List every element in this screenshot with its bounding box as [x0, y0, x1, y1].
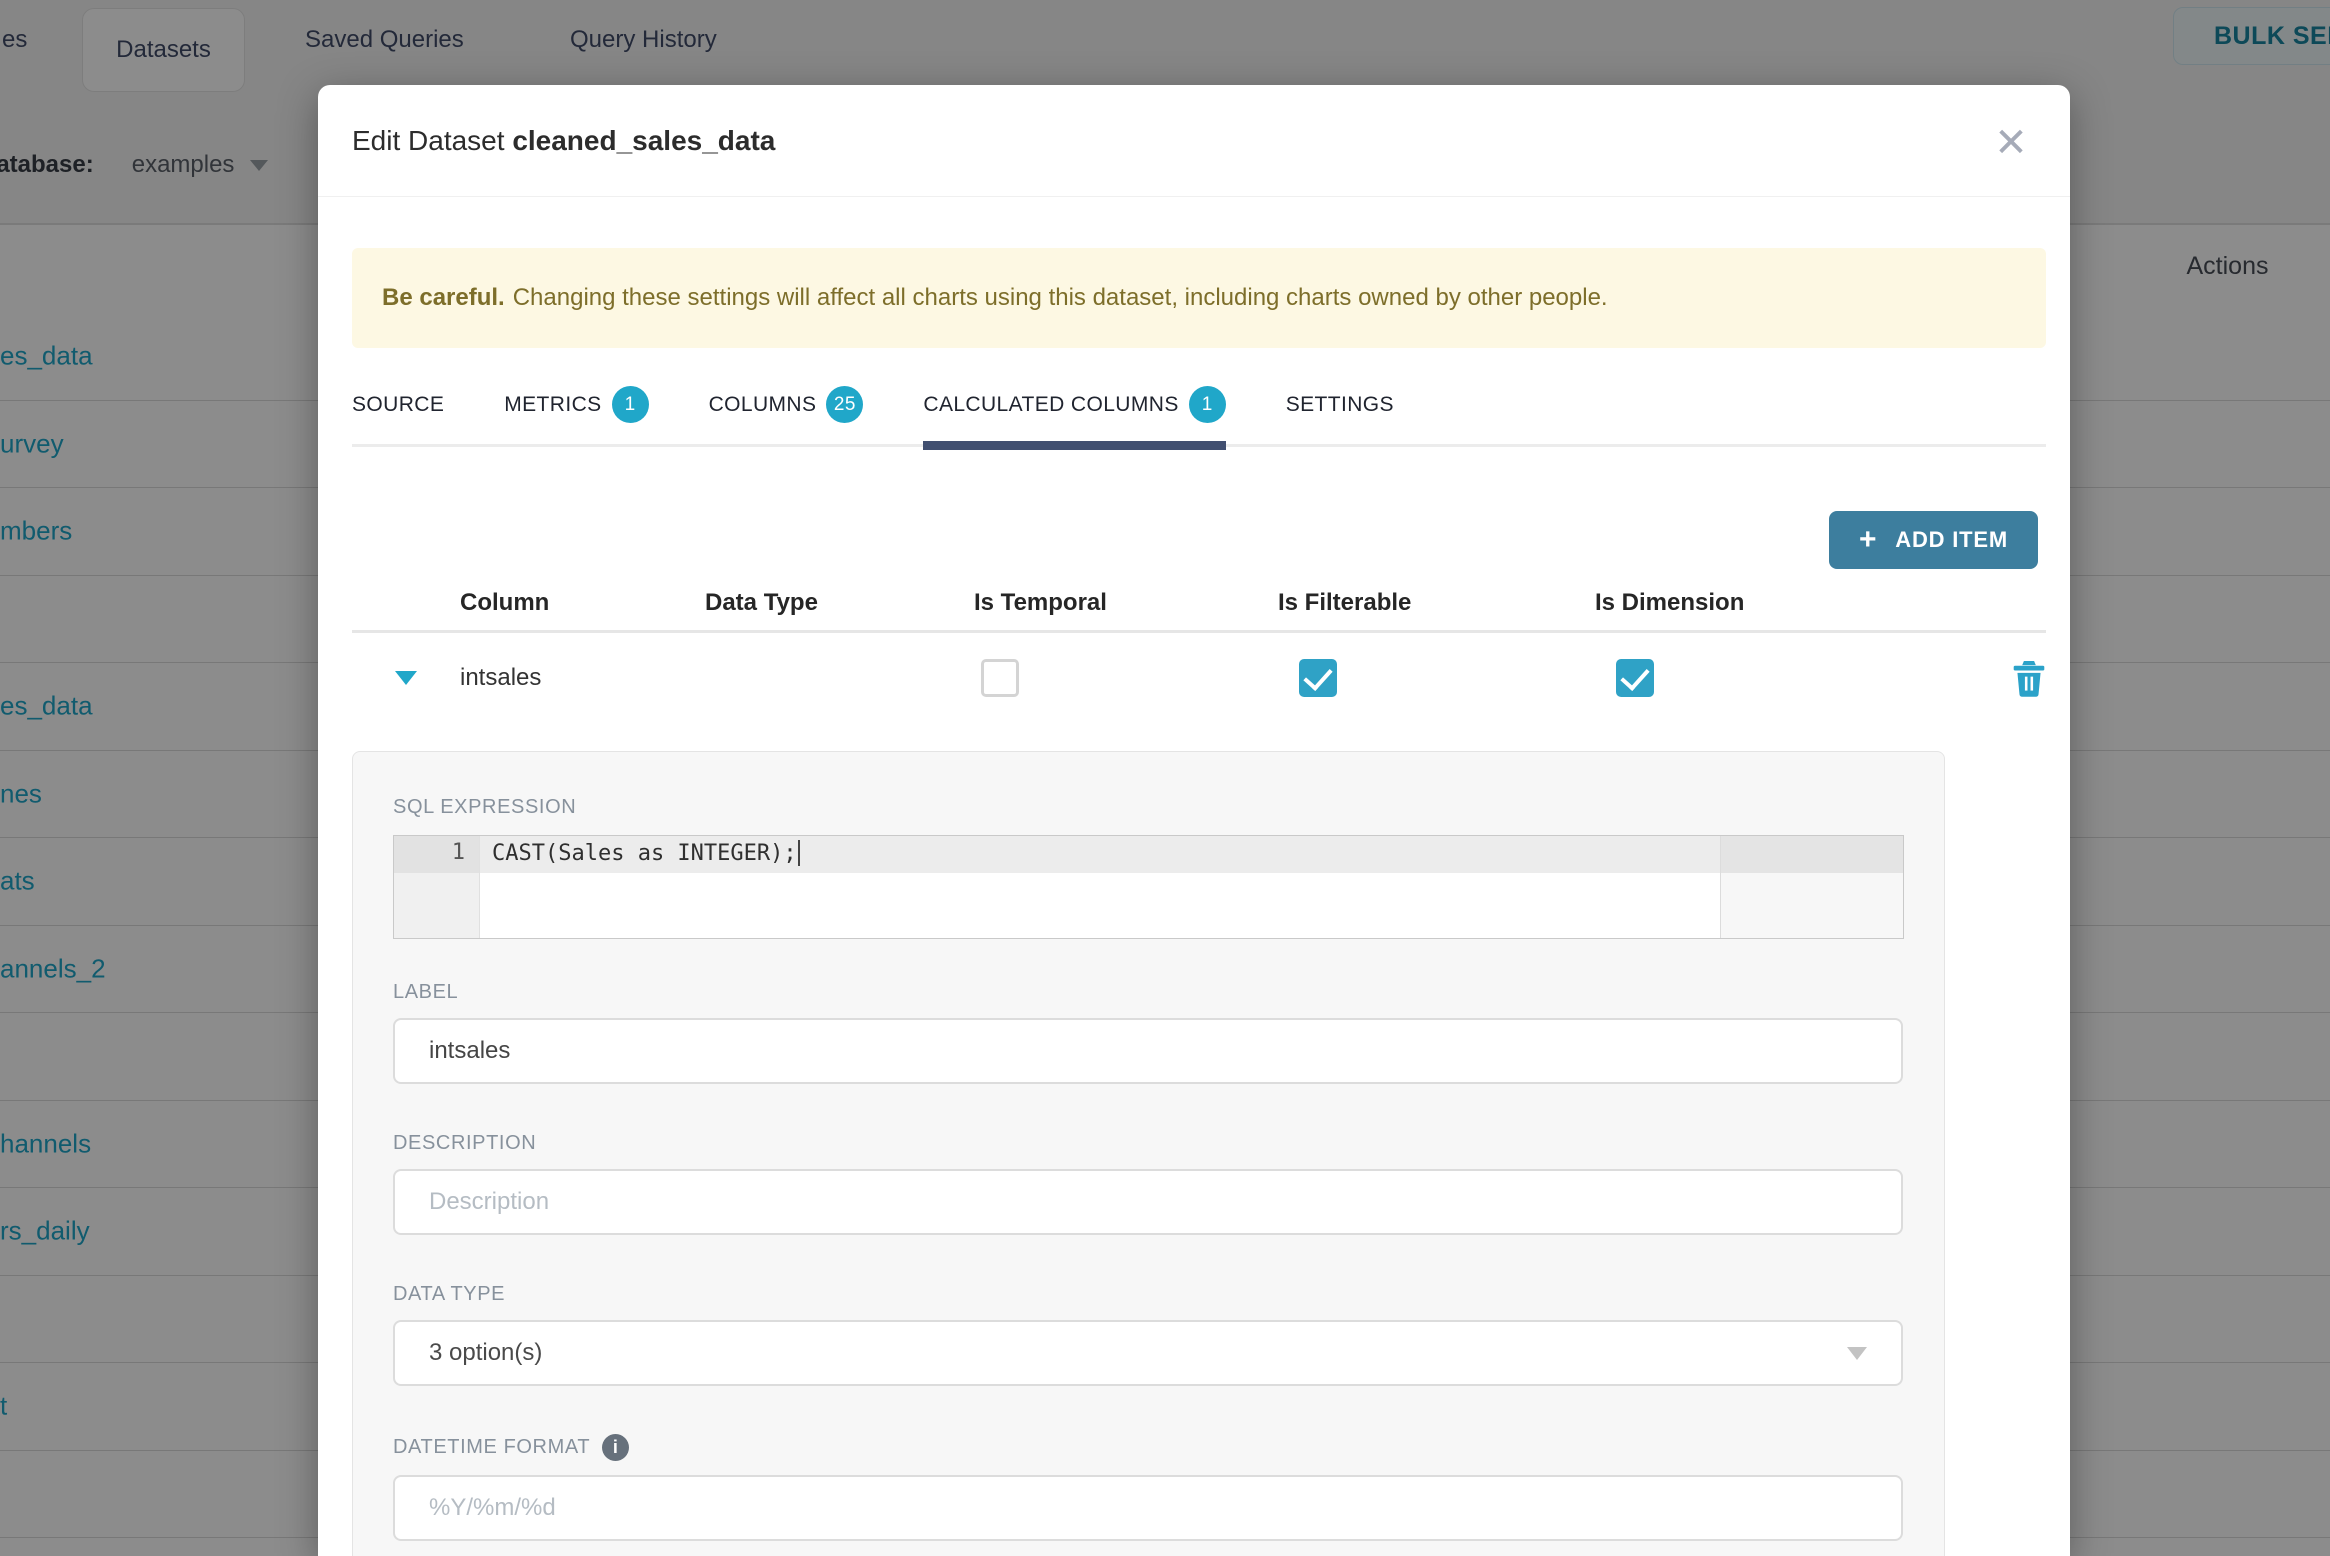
data-type-label: DATA TYPE [393, 1283, 506, 1305]
tab-label: SOURCE [352, 392, 445, 416]
warning-text: Changing these settings will affect all … [512, 284, 1608, 311]
tab-label: SETTINGS [1285, 392, 1394, 416]
add-item-row: + ADD ITEM [352, 511, 2046, 569]
description-field-group: DESCRIPTION [393, 1132, 1904, 1235]
add-item-label: ADD ITEM [1895, 527, 2008, 552]
tab-calculated-columns[interactable]: CALCULATED COLUMNS 1 [923, 386, 1227, 450]
data-type-field-group: DATA TYPE 3 option(s) [393, 1283, 1904, 1386]
modal-body: Be careful. Changing these settings will… [318, 248, 2070, 1556]
modal-header: Edit Dataset cleaned_sales_data ✕ [318, 85, 2070, 197]
tab-columns[interactable]: COLUMNS 25 [709, 386, 864, 444]
datetime-format-field-group: DATETIME FORMAT i [393, 1434, 1904, 1541]
label-field-group: LABEL [393, 981, 1904, 1084]
text-cursor [797, 840, 800, 866]
description-input[interactable] [393, 1169, 1903, 1235]
modal-title: Edit Dataset cleaned_sales_data [352, 125, 775, 157]
is-temporal-checkbox[interactable] [981, 659, 1019, 697]
header-is-temporal: Is Temporal [974, 588, 1107, 616]
label-input[interactable] [393, 1018, 1903, 1084]
calculated-columns-count-badge: 1 [1188, 386, 1226, 423]
tab-label: METRICS [504, 392, 602, 416]
header-is-dimension: Is Dimension [1595, 588, 1745, 616]
line-number: 1 [394, 836, 479, 873]
info-icon[interactable]: i [602, 1434, 630, 1461]
editor-print-margin [1720, 836, 1721, 938]
editor-gutter: 1 [394, 836, 480, 938]
code-line: CAST(Sales as INTEGER); [480, 836, 1903, 873]
calculated-column-row: intsales [352, 633, 2046, 723]
editor-code-area[interactable]: CAST(Sales as INTEGER); [480, 836, 1903, 938]
is-dimension-checkbox[interactable] [1616, 659, 1654, 697]
metrics-count-badge: 1 [611, 386, 649, 423]
tab-settings[interactable]: SETTINGS [1286, 386, 1394, 444]
data-type-value: 3 option(s) [429, 1339, 543, 1366]
collapse-caret-icon[interactable] [395, 671, 417, 685]
header-is-filterable: Is Filterable [1278, 588, 1412, 616]
datetime-format-label-text: DATETIME FORMAT [393, 1436, 591, 1458]
columns-count-badge: 25 [826, 386, 864, 423]
edit-dataset-modal: Edit Dataset cleaned_sales_data ✕ Be car… [318, 85, 2070, 1556]
screen: es Datasets Saved Queries Query History … [0, 0, 2330, 1556]
label-label: LABEL [393, 981, 459, 1003]
column-name: intsales [460, 664, 542, 691]
header-data-type: Data Type [705, 588, 818, 616]
sql-expression-editor[interactable]: 1 CAST(Sales as INTEGER); [393, 835, 1904, 939]
tab-source[interactable]: SOURCE [352, 386, 444, 444]
data-type-select[interactable]: 3 option(s) [393, 1320, 1903, 1386]
tab-metrics[interactable]: METRICS 1 [504, 386, 649, 444]
sql-expression-label: SQL EXPRESSION [393, 796, 577, 818]
calculated-column-detail-panel: SQL EXPRESSION 1 CAST(Sales as INTEGER);… [352, 751, 1945, 1556]
modal-tabs: SOURCE METRICS 1 COLUMNS 25 CALCULATED C… [352, 386, 2046, 450]
description-label: DESCRIPTION [393, 1132, 537, 1154]
header-column: Column [460, 588, 550, 616]
warning-bold: Be careful. [382, 284, 505, 311]
datetime-format-input[interactable] [393, 1475, 1903, 1541]
tab-label: CALCULATED COLUMNS [923, 392, 1179, 416]
columns-table-header: Column Data Type Is Temporal Is Filterab… [352, 585, 2046, 633]
editor-after-print-margin [1721, 836, 1903, 938]
modal-title-prefix: Edit Dataset [352, 124, 513, 156]
trash-icon[interactable] [2012, 659, 2046, 697]
datetime-format-label: DATETIME FORMAT i [393, 1434, 1904, 1461]
warning-banner: Be careful. Changing these settings will… [352, 248, 2046, 348]
tab-label: COLUMNS [708, 392, 817, 416]
select-caret-icon [1847, 1346, 1867, 1360]
is-filterable-checkbox[interactable] [1299, 659, 1337, 697]
close-icon[interactable]: ✕ [1989, 121, 2033, 165]
modal-title-dataset-name: cleaned_sales_data [512, 124, 776, 156]
add-item-button[interactable]: + ADD ITEM [1828, 511, 2038, 569]
